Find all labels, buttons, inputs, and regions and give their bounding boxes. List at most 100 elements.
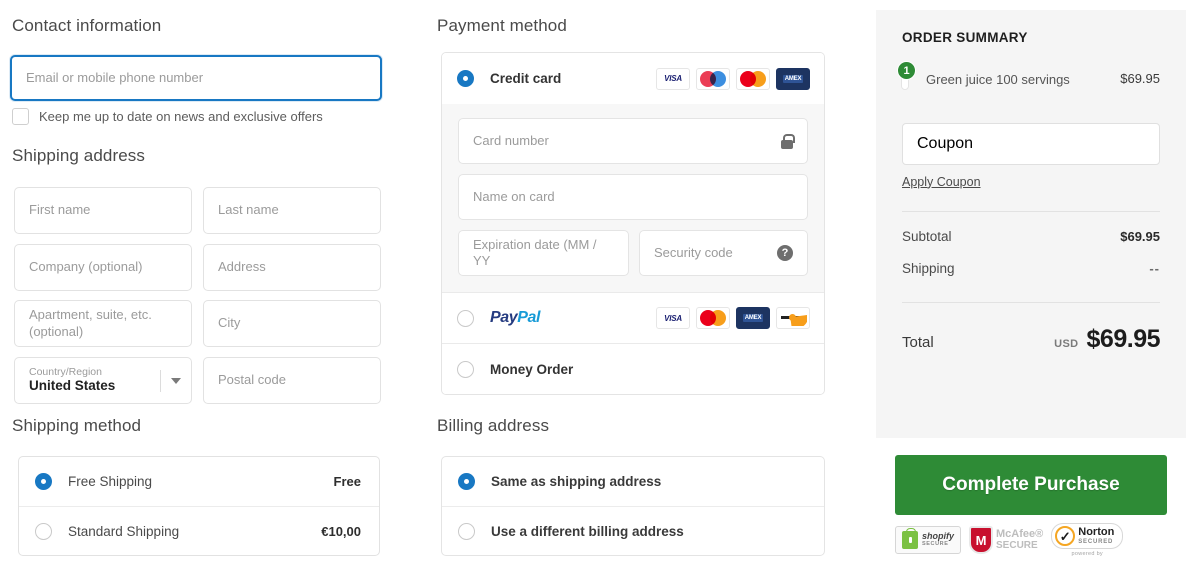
last-name-input[interactable]: Last name [203,187,381,234]
paypal-label-b: Pal [517,309,541,326]
amex-icon: AMEX [776,67,810,90]
postal-code-placeholder: Postal code [218,372,286,388]
email-placeholder: Email or mobile phone number [26,69,204,85]
card-row-expiry-cvc: Expiration date (MM / YY Security code ? [458,230,808,276]
subtotal-label: Subtotal [902,228,952,244]
payment-method-title: Payment method [437,16,567,35]
apartment-input[interactable]: Apartment, suite, etc. (optional) [14,300,192,347]
mcafee-badge-line2: SECURE [996,539,1038,551]
amex-icon: AMEX [736,307,770,329]
product-name: Green juice 100 servings [926,72,1070,87]
radio-icon[interactable] [457,360,474,378]
country-region-select[interactable]: Country/Region United States [14,357,192,404]
expiration-date-input[interactable]: Expiration date (MM / YY [458,230,629,276]
paypal-logo-icon: PayPal [490,309,656,327]
order-line-item: 1 Green juice 100 servings $69.95 [897,61,1160,89]
money-order-label: Money Order [490,361,574,377]
contact-information-title: Contact information [12,16,162,35]
company-placeholder: Company (optional) [29,259,143,275]
billing-option-label: Use a different billing address [491,523,684,539]
payment-method-options: Credit card VISA AMEX Card number Name o… [441,52,825,395]
mcafee-secure-badge-icon: M McAfee® SECURE [969,526,1043,554]
postal-code-input[interactable]: Postal code [203,357,381,404]
payment-option-paypal[interactable]: PayPal VISA AMEX [442,292,824,343]
total-label: Total [902,333,934,351]
payment-option-credit-card[interactable]: Credit card VISA AMEX [442,53,824,104]
accepted-cards: VISA AMEX [656,67,810,90]
paypal-label-a: Pay [490,309,518,326]
radio-icon[interactable] [35,522,52,540]
summary-line-total: Total USD $69.95 [902,325,1161,354]
shipping-value: -- [1149,260,1160,276]
summary-line-subtotal: Subtotal $69.95 [902,229,1160,244]
divider [902,210,1160,212]
shipping-option-free[interactable]: Free Shipping Free [19,457,379,506]
billing-address-options: Same as shipping address Use a different… [441,456,825,556]
city-placeholder: City [218,315,241,331]
card-number-placeholder: Card number [473,132,549,148]
shield-icon: M [969,526,994,554]
shipping-option-label: Standard Shipping [68,523,180,539]
order-summary-heading: ORDER SUMMARY [902,30,1028,45]
newsletter-label: Keep me up to date on news and exclusive… [39,109,323,124]
norton-badge-line1: Norton [1078,526,1115,539]
currency-code: USD [1054,337,1079,350]
apply-coupon-link[interactable]: Apply Coupon [902,175,981,189]
product-price: $69.95 [1120,71,1160,86]
newsletter-checkbox-row[interactable]: Keep me up to date on news and exclusive… [12,108,323,125]
complete-purchase-button[interactable]: Complete Purchase [895,455,1167,515]
coupon-input[interactable]: Coupon [902,122,1160,165]
divider [902,301,1160,303]
shipping-method-title: Shipping method [12,416,142,435]
radio-icon[interactable] [458,522,475,540]
mastercard-icon [696,307,730,329]
lock-icon [781,133,795,149]
email-input[interactable]: Email or mobile phone number [10,55,382,101]
shipping-label: Shipping [902,260,955,276]
address-placeholder: Address [218,259,266,275]
total-amount-group: USD $69.95 [1054,325,1160,354]
visa-icon: VISA [656,307,690,329]
company-input[interactable]: Company (optional) [14,244,192,291]
checkout-page: Contact information Email or mobile phon… [0,0,1200,576]
shipping-option-price: €10,00 [321,523,361,539]
shipping-option-standard[interactable]: Standard Shipping €10,00 [19,506,379,555]
name-on-card-placeholder: Name on card [473,188,555,204]
norton-secured-badge-icon: ✓ Norton SECURED powered by [1051,523,1124,557]
radio-icon[interactable] [457,309,474,327]
city-input[interactable]: City [203,300,381,347]
mcafee-badge-line1: McAfee® [996,527,1044,540]
product-thumbnail-wrap: 1 [897,61,916,89]
trust-badges: shopify SECURE M McAfee® SECURE ✓ Norton… [895,523,1175,557]
coupon-placeholder: Coupon [917,134,974,152]
order-summary-panel: ORDER SUMMARY 1 Green juice 100 servings… [876,10,1186,438]
payment-option-money-order[interactable]: Money Order [442,343,824,394]
newsletter-checkbox[interactable] [12,108,29,125]
security-code-input[interactable]: Security code ? [639,230,808,276]
checkmark-icon: ✓ [1055,526,1076,546]
first-name-placeholder: First name [29,202,91,218]
help-icon[interactable]: ? [777,245,793,261]
card-number-input[interactable]: Card number [458,118,808,164]
divider [160,369,161,392]
summary-line-shipping: Shipping -- [902,261,1160,276]
paypal-accepted-cards: VISA AMEX [656,307,810,329]
radio-icon[interactable] [35,473,52,490]
mastercard-icon [736,67,770,90]
first-name-input[interactable]: First name [14,187,192,234]
chevron-down-icon[interactable] [171,377,181,384]
name-on-card-input[interactable]: Name on card [458,174,808,220]
shopify-secure-badge-icon: shopify SECURE [895,526,962,554]
total-value: $69.95 [1086,324,1161,353]
visa-icon: VISA [656,67,690,90]
radio-icon[interactable] [458,473,475,490]
address-input[interactable]: Address [203,244,381,291]
billing-option-different[interactable]: Use a different billing address [442,506,824,555]
billing-option-same[interactable]: Same as shipping address [442,457,824,506]
expiration-placeholder: Expiration date (MM / YY [473,236,597,268]
apartment-placeholder: Apartment, suite, etc. (optional) [29,307,152,339]
discover-icon [776,307,810,329]
credit-card-label: Credit card [490,71,562,86]
billing-option-label: Same as shipping address [491,474,662,489]
radio-icon[interactable] [457,70,474,87]
